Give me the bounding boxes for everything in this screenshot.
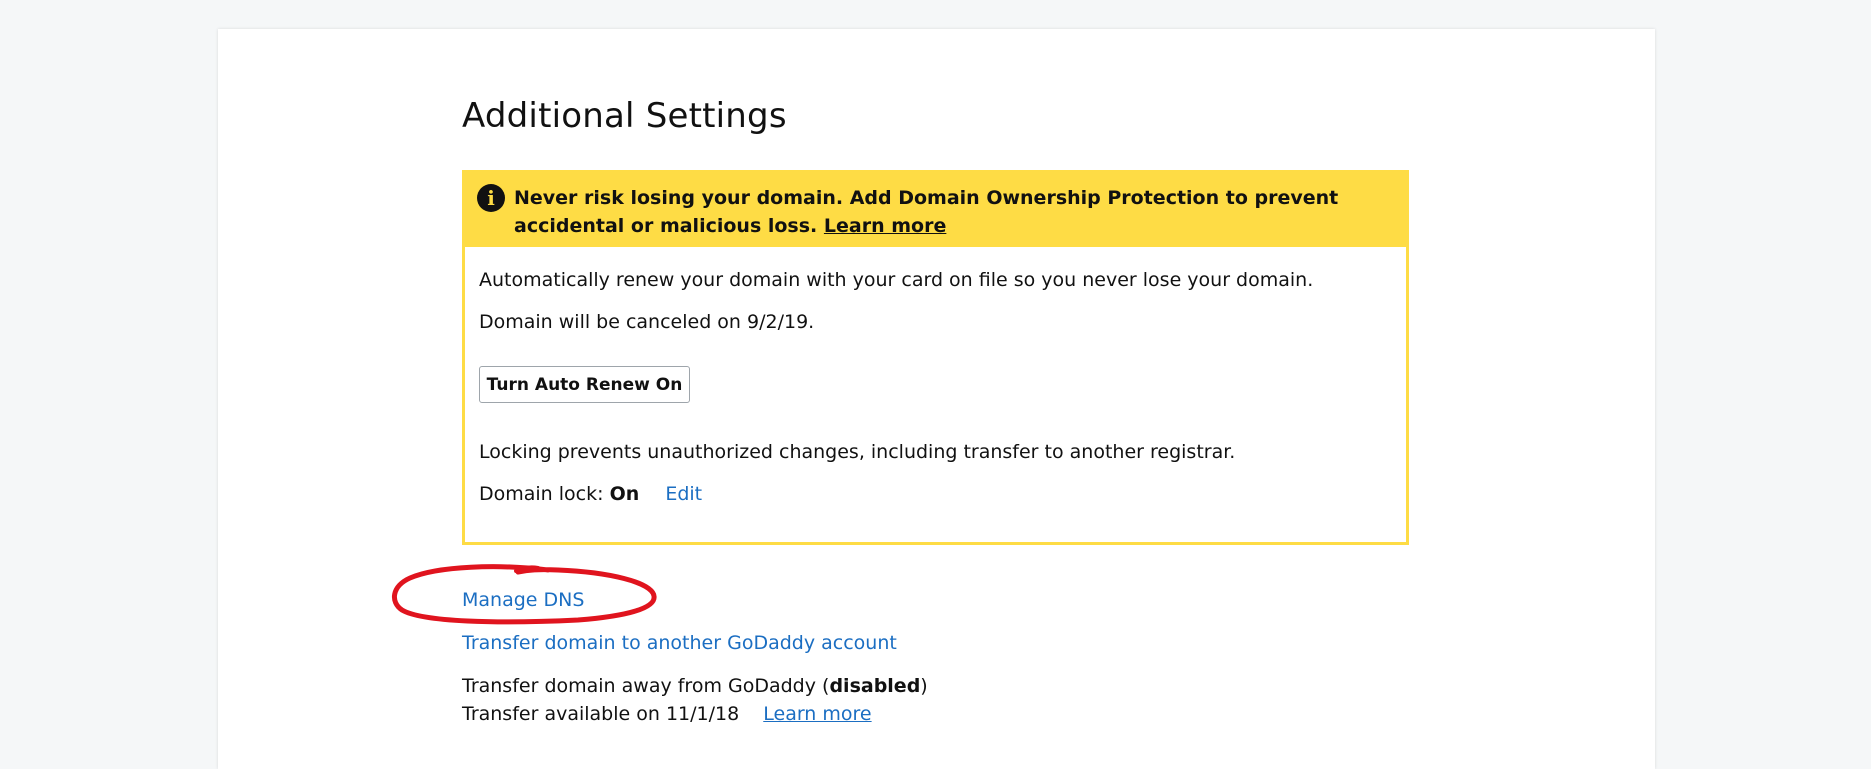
transfer-away-row: Transfer domain away from GoDaddy (disab… (462, 675, 928, 697)
transfer-available-text: Transfer available on 11/1/18 (462, 703, 740, 725)
domain-lock-description: Locking prevents unauthorized changes, i… (479, 441, 1236, 463)
alert-text: Never risk losing your domain. Add Domai… (514, 184, 1394, 240)
ownership-protection-alert: i Never risk losing your domain. Add Dom… (465, 173, 1406, 247)
domain-lock-value: On (609, 483, 640, 505)
cancel-notice: Domain will be canceled on 9/2/19. (479, 311, 815, 333)
domain-lock-edit-link[interactable]: Edit (665, 483, 702, 505)
transfer-to-godaddy-account-link[interactable]: Transfer domain to another GoDaddy accou… (462, 632, 897, 654)
domain-lock-label: Domain lock: (479, 483, 604, 505)
info-icon: i (477, 184, 505, 212)
red-circle-annotation (392, 564, 657, 625)
transfer-away-label: Transfer domain away from GoDaddy (462, 675, 816, 697)
transfer-away-status: disabled (829, 675, 921, 697)
alert-learn-more-link[interactable]: Learn more (824, 215, 946, 237)
transfer-learn-more-link[interactable]: Learn more (763, 703, 871, 725)
auto-renew-description: Automatically renew your domain with you… (479, 269, 1314, 291)
domain-lock-row: Domain lock: On Edit (479, 483, 702, 505)
turn-auto-renew-on-button[interactable]: Turn Auto Renew On (479, 366, 690, 403)
transfer-available-row: Transfer available on 11/1/18 Learn more (462, 703, 872, 725)
page-title: Additional Settings (462, 96, 787, 136)
settings-panel: i Never risk losing your domain. Add Dom… (462, 170, 1409, 545)
